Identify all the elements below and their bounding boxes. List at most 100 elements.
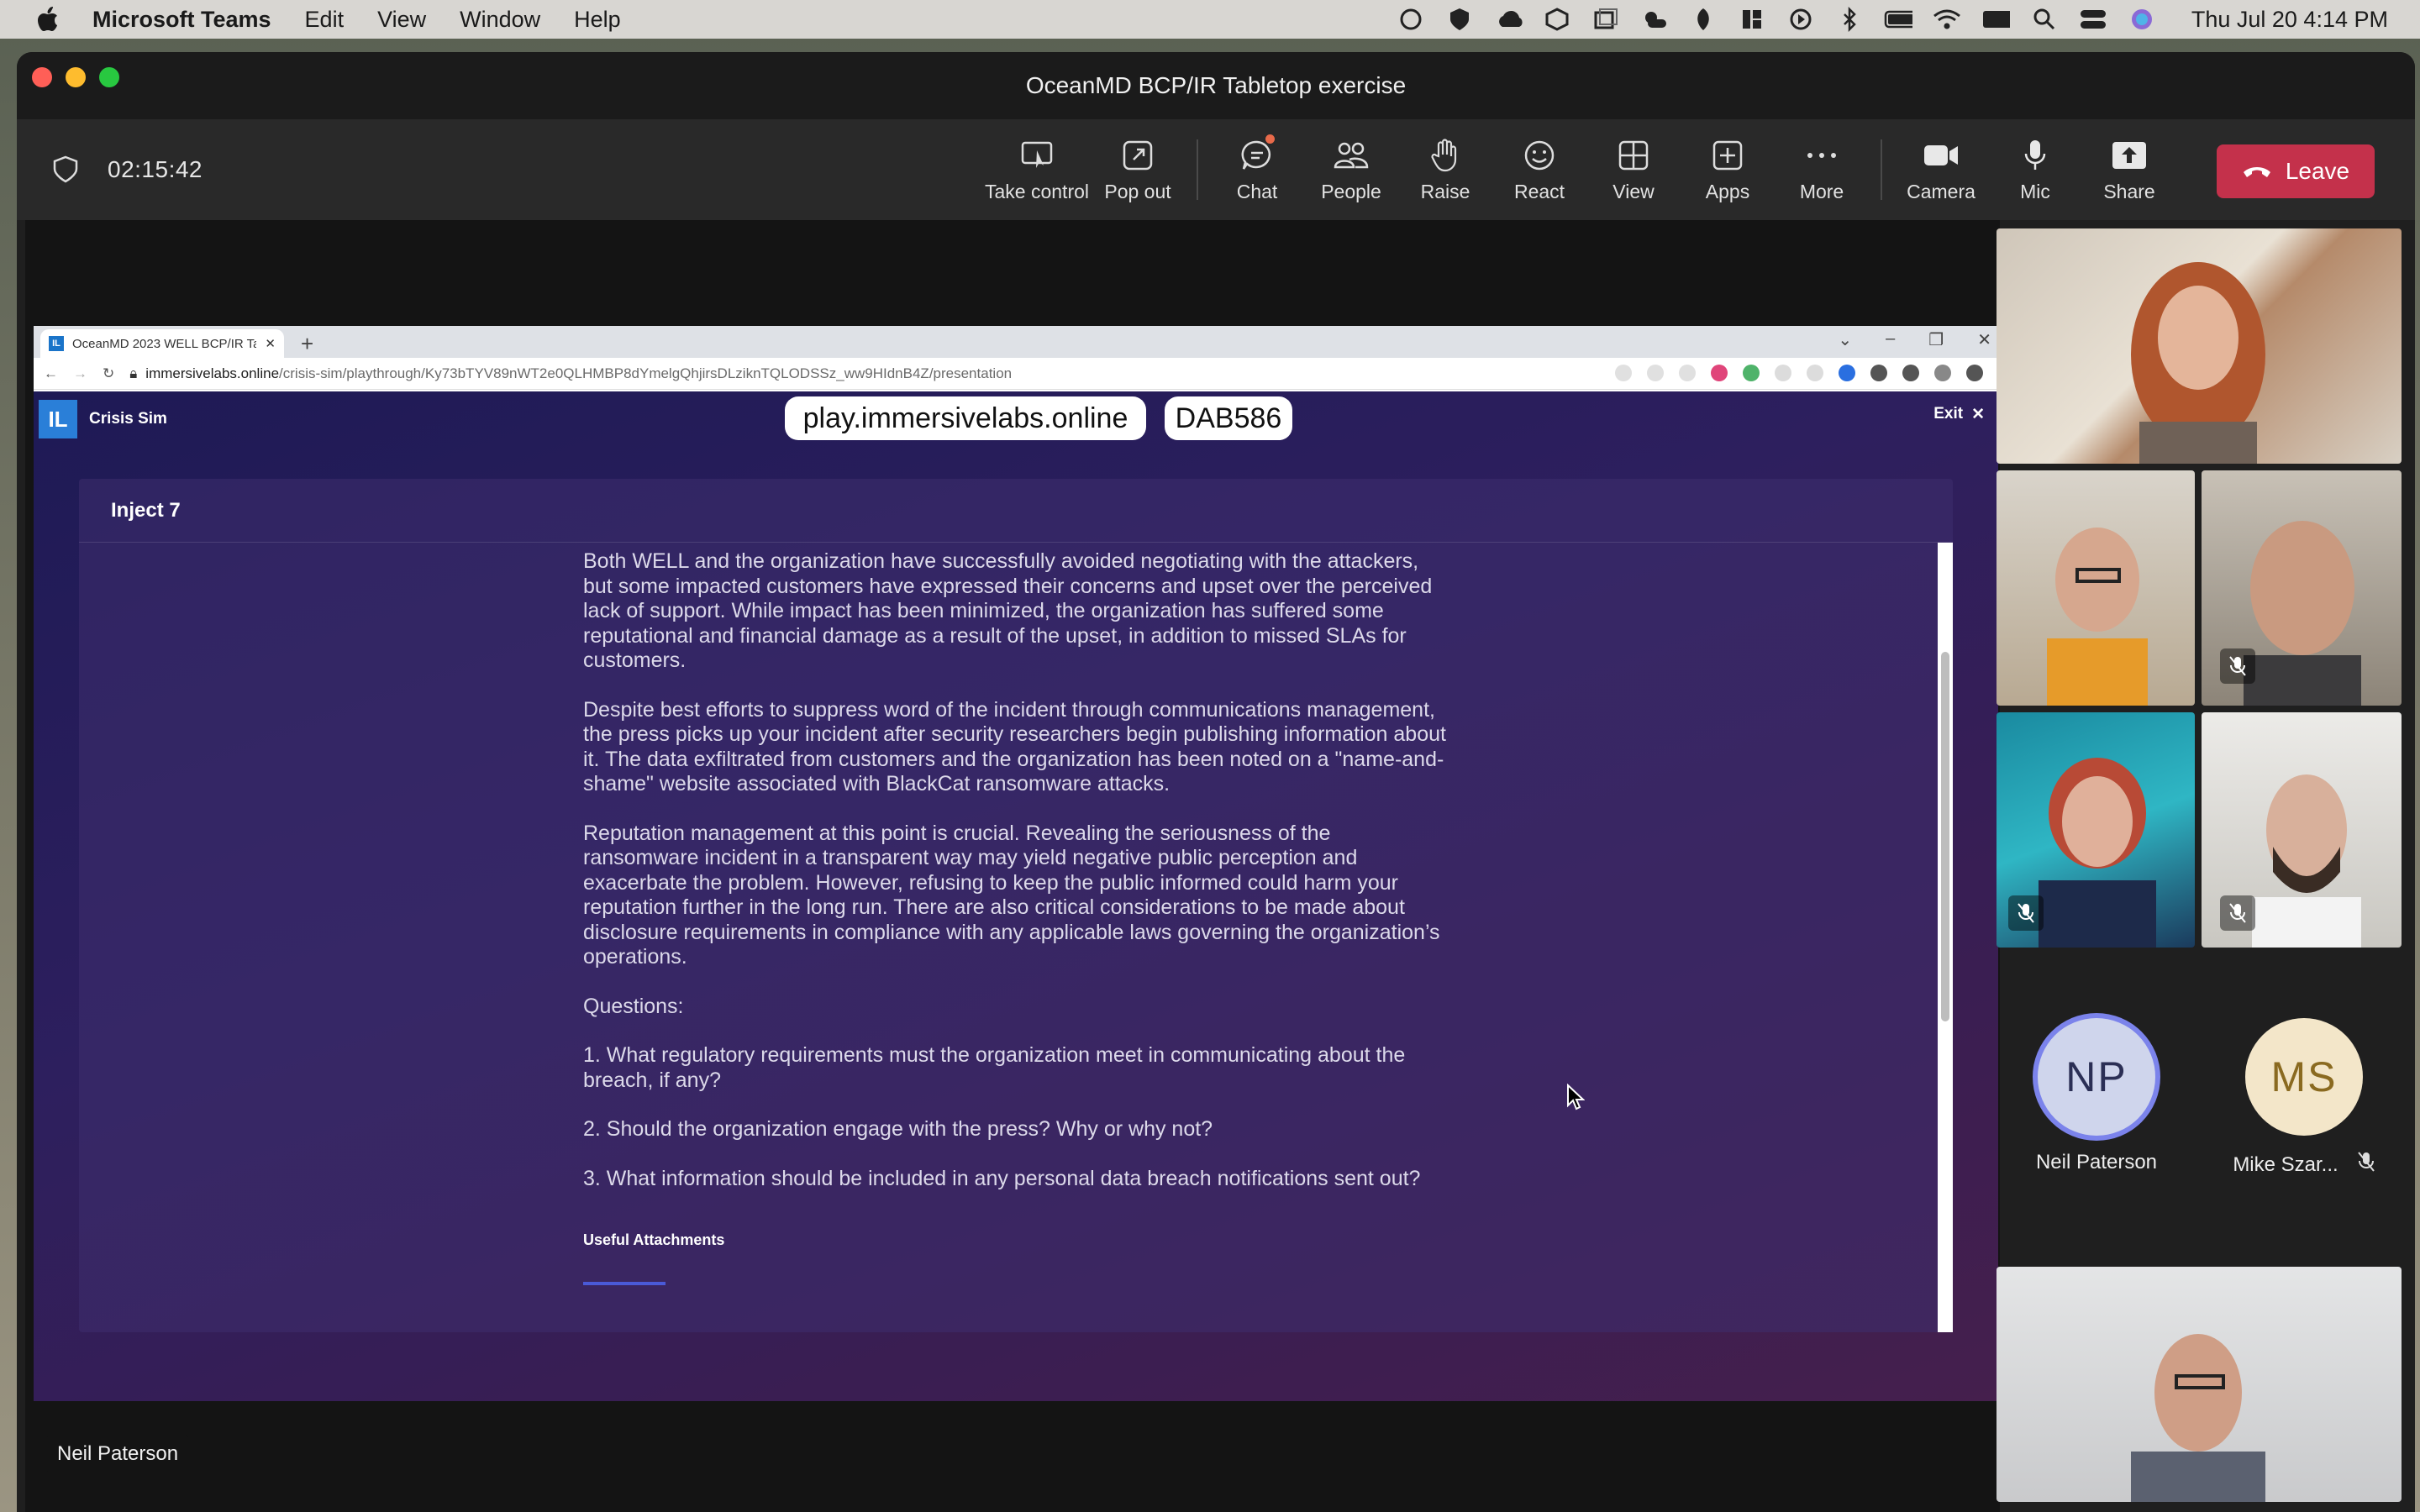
share-page-icon[interactable] bbox=[1647, 365, 1664, 381]
google-icon[interactable] bbox=[1615, 365, 1632, 381]
menu-help[interactable]: Help bbox=[574, 7, 621, 33]
leaf-icon[interactable] bbox=[1689, 7, 1718, 32]
menu-window[interactable]: Window bbox=[460, 7, 540, 33]
puzzle-icon[interactable] bbox=[1870, 365, 1887, 381]
close-icon[interactable]: ✕ bbox=[1977, 329, 1991, 350]
inject-scrollbar[interactable] bbox=[1938, 543, 1953, 1332]
extension-icon[interactable] bbox=[1807, 365, 1823, 381]
minimize-icon[interactable]: – bbox=[1886, 329, 1895, 350]
browser-extension-icons bbox=[1615, 365, 1983, 381]
tab-search-icon[interactable]: ⌄ bbox=[1838, 329, 1852, 350]
weather-icon[interactable] bbox=[1640, 7, 1669, 32]
box-icon[interactable] bbox=[1543, 7, 1571, 32]
more-button[interactable]: More bbox=[1775, 119, 1869, 220]
inject-paragraph: Reputation management at this point is c… bbox=[583, 821, 1440, 969]
play-icon[interactable] bbox=[1786, 7, 1815, 32]
forward-icon[interactable]: → bbox=[73, 365, 87, 382]
participant-avatar-tile[interactable]: NP Neil Paterson bbox=[2017, 1018, 2176, 1174]
participant-video-tile[interactable] bbox=[1996, 712, 2195, 948]
search-icon[interactable] bbox=[2030, 7, 2059, 32]
new-tab-icon[interactable]: + bbox=[301, 329, 313, 358]
apple-icon[interactable] bbox=[34, 5, 62, 34]
self-video-tile[interactable] bbox=[1996, 1267, 2402, 1502]
kebab-menu-icon[interactable] bbox=[1966, 365, 1983, 381]
participant-video-tile[interactable] bbox=[1996, 470, 2195, 706]
meeting-toolbar: 02:15:42 Take control Pop out Chat Peopl… bbox=[17, 119, 2415, 220]
extension-icon[interactable] bbox=[1711, 365, 1728, 381]
url-host: immersivelabs.online bbox=[145, 365, 280, 381]
extension-icon[interactable] bbox=[1743, 365, 1760, 381]
add-app-icon bbox=[1709, 137, 1746, 174]
leave-button[interactable]: Leave bbox=[2217, 144, 2375, 198]
participant-name: Mike Szar... bbox=[2233, 1152, 2338, 1176]
pop-out-button[interactable]: Pop out bbox=[1091, 119, 1185, 220]
raise-hand-button[interactable]: Raise bbox=[1398, 119, 1492, 220]
scrollbar-thumb[interactable] bbox=[1941, 652, 1949, 1021]
camera-button[interactable]: Camera bbox=[1894, 119, 1988, 220]
shield-tray-icon[interactable] bbox=[1445, 7, 1474, 32]
share-button[interactable]: Share bbox=[2082, 119, 2176, 220]
cloud-icon[interactable] bbox=[1494, 7, 1523, 32]
tray-app-icon[interactable] bbox=[1397, 7, 1425, 32]
attachment-tab-indicator bbox=[583, 1281, 666, 1285]
participant-video-tile[interactable] bbox=[2202, 712, 2402, 948]
participant-video bbox=[2047, 528, 2148, 706]
window-controls bbox=[32, 67, 119, 87]
bookmark-star-icon[interactable] bbox=[1679, 365, 1696, 381]
wifi-icon[interactable] bbox=[1933, 7, 1961, 32]
camera-icon bbox=[1923, 137, 1960, 174]
menubar-clock[interactable]: Thu Jul 20 4:14 PM bbox=[2191, 7, 2388, 33]
url-path: /crisis-sim/playthrough/Ky73bTYV89nWT2e0… bbox=[279, 365, 1013, 381]
view-button[interactable]: View bbox=[1586, 119, 1681, 220]
url-field[interactable]: 🔒︎ immersivelabs.online/crisis-sim/playt… bbox=[129, 365, 1012, 382]
close-tab-icon[interactable]: ✕ bbox=[265, 336, 276, 351]
sidepanel-icon[interactable] bbox=[1902, 365, 1919, 381]
menu-view[interactable]: View bbox=[377, 7, 426, 33]
close-window-button[interactable] bbox=[32, 67, 52, 87]
shared-screen: IL OceanMD 2023 WELL BCP/IR Tab ✕ + ⌄ – … bbox=[25, 220, 2000, 1512]
extension-icon[interactable] bbox=[1775, 365, 1791, 381]
meeting-controls: Take control Pop out Chat People Raise R… bbox=[983, 119, 2176, 220]
restore-icon[interactable]: ❐ bbox=[1928, 329, 1944, 350]
muted-mic-icon bbox=[2220, 895, 2255, 931]
browser-window-controls: ⌄ – ❐ ✕ bbox=[1838, 329, 1991, 350]
exit-button[interactable]: Exit ✕ bbox=[1933, 405, 1985, 424]
share-label: Share bbox=[2103, 180, 2155, 202]
apps-button[interactable]: Apps bbox=[1681, 119, 1775, 220]
meeting-timer: 02:15:42 bbox=[108, 156, 203, 182]
mic-button[interactable]: Mic bbox=[1988, 119, 2082, 220]
reload-icon[interactable]: ↻ bbox=[103, 365, 114, 382]
back-icon[interactable]: ← bbox=[44, 365, 58, 382]
menu-app-name[interactable]: Microsoft Teams bbox=[92, 7, 271, 33]
chat-button[interactable]: Chat bbox=[1210, 119, 1304, 220]
menu-edit[interactable]: Edit bbox=[305, 7, 345, 33]
react-button[interactable]: React bbox=[1492, 119, 1586, 220]
battery-icon[interactable] bbox=[1884, 7, 1912, 32]
zoom-window-button[interactable] bbox=[99, 67, 119, 87]
more-label: More bbox=[1799, 180, 1844, 202]
participant-name: Neil Paterson bbox=[2035, 1151, 2158, 1173]
participant-video-tile[interactable] bbox=[1996, 228, 2402, 464]
window-titlebar: OceanMD BCP/IR Tabletop exercise bbox=[17, 52, 2415, 119]
teams-window: OceanMD BCP/IR Tabletop exercise 02:15:4… bbox=[17, 52, 2415, 1512]
grid-app-icon[interactable] bbox=[1738, 7, 1766, 32]
react-label: React bbox=[1513, 180, 1565, 202]
avatar: NP bbox=[2038, 1018, 2155, 1136]
more-icon bbox=[1803, 137, 1840, 174]
minimize-window-button[interactable] bbox=[66, 67, 86, 87]
siri-icon[interactable] bbox=[2128, 7, 2156, 32]
people-button[interactable]: People bbox=[1304, 119, 1398, 220]
meeting-info-icon[interactable] bbox=[49, 153, 82, 186]
participant-video-tile[interactable] bbox=[2202, 470, 2402, 706]
extension-icon[interactable] bbox=[1839, 365, 1855, 381]
crisis-sim-brand: IL Crisis Sim bbox=[39, 400, 167, 438]
profile-icon[interactable] bbox=[1934, 365, 1951, 381]
windows-icon[interactable] bbox=[1591, 7, 1620, 32]
browser-tab[interactable]: IL OceanMD 2023 WELL BCP/IR Tab ✕ bbox=[40, 329, 284, 358]
keyboard-icon[interactable] bbox=[1981, 7, 2010, 32]
control-center-icon[interactable] bbox=[2079, 7, 2107, 32]
participant-avatar-tile[interactable]: MS Mike Szar... bbox=[2212, 1018, 2396, 1179]
presenter-name-label: Neil Paterson bbox=[47, 1435, 189, 1473]
bluetooth-icon[interactable] bbox=[1835, 7, 1864, 32]
take-control-button[interactable]: Take control bbox=[983, 119, 1091, 220]
